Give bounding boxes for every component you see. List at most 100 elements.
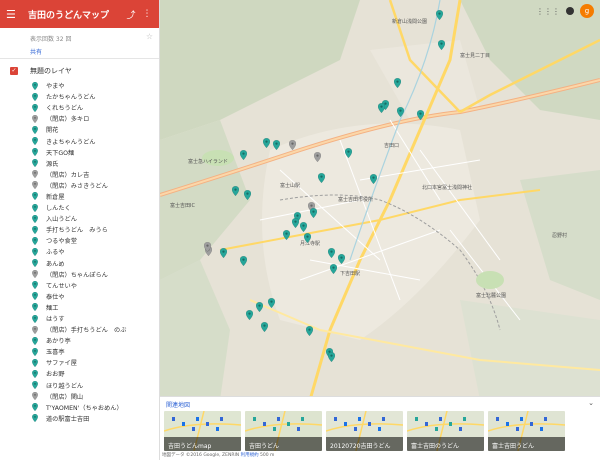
place-list-item[interactable]: てんせいや: [0, 280, 159, 291]
apps-icon[interactable]: ⋮⋮⋮: [536, 7, 560, 16]
map-pin-icon[interactable]: [282, 229, 291, 241]
map-pin-icon[interactable]: [288, 139, 297, 151]
map-pin-icon[interactable]: [344, 147, 353, 159]
place-name[interactable]: おお野: [46, 369, 65, 378]
place-list-item[interactable]: 入山うどん: [0, 213, 159, 224]
place-name[interactable]: 入山うどん: [46, 214, 77, 223]
place-name[interactable]: あんめ: [46, 259, 65, 268]
place-list-item[interactable]: ふるや: [0, 246, 159, 257]
place-list-item[interactable]: （閉店）カレ吉: [0, 169, 159, 180]
map-pin-icon[interactable]: [219, 247, 228, 259]
place-name[interactable]: （閉店）関山: [46, 392, 83, 401]
place-name[interactable]: 道の駅富士吉田: [46, 414, 89, 423]
map-pin-icon[interactable]: [416, 109, 425, 121]
place-name[interactable]: （閉店）カレ吉: [46, 170, 89, 179]
map-pin-icon[interactable]: [437, 39, 446, 51]
map-pin-icon[interactable]: [369, 173, 378, 185]
related-map-title[interactable]: 20120720吉田うどん: [326, 437, 403, 451]
map-pin-icon[interactable]: [231, 185, 240, 197]
place-list-item[interactable]: あんめ: [0, 258, 159, 269]
map-pin-icon[interactable]: [272, 139, 281, 151]
share-icon[interactable]: ⤴: [125, 8, 137, 21]
place-list-item[interactable]: ほり越うどん: [0, 380, 159, 391]
notifications-icon[interactable]: [566, 7, 574, 15]
place-name[interactable]: T'YAOMEN'（ちゃおめん）: [46, 403, 123, 412]
place-list-item[interactable]: たかちゃんうどん: [0, 91, 159, 102]
place-name[interactable]: ふるや: [46, 247, 65, 256]
place-list-item[interactable]: 開花: [0, 124, 159, 135]
map-pin-icon[interactable]: [327, 247, 336, 259]
map-pin-icon[interactable]: [305, 325, 314, 337]
place-name[interactable]: 麺工: [46, 303, 58, 312]
place-list-item[interactable]: しんたく: [0, 202, 159, 213]
place-list-item[interactable]: 麺工: [0, 302, 159, 313]
related-map-card[interactable]: 富士吉田うどん: [488, 411, 565, 451]
map-pin-icon[interactable]: [317, 172, 326, 184]
map-title[interactable]: 吉田のうどんマップ: [28, 8, 121, 21]
place-list-item[interactable]: 泰仕や: [0, 291, 159, 302]
map-pin-icon[interactable]: [260, 321, 269, 333]
place-list-item[interactable]: はうす: [0, 313, 159, 324]
place-name[interactable]: てんせいや: [46, 281, 77, 290]
place-list-item[interactable]: 天下GO麺: [0, 147, 159, 158]
place-list-item[interactable]: 源氏: [0, 158, 159, 169]
place-list-item[interactable]: やまや: [0, 80, 159, 91]
place-name[interactable]: 天下GO麺: [46, 148, 74, 157]
place-list-item[interactable]: （閉店）関山: [0, 391, 159, 402]
related-map-card[interactable]: 吉田うどんmap: [164, 411, 241, 451]
place-list-item[interactable]: くれちうどん: [0, 102, 159, 113]
related-map-title[interactable]: 富士吉田うどん: [488, 437, 565, 451]
map-pin-icon[interactable]: [262, 137, 271, 149]
layer-row[interactable]: ✓ 無題のレイヤ: [0, 65, 159, 77]
place-name[interactable]: サファイ屋: [46, 358, 77, 367]
chevron-down-icon[interactable]: ⌄: [588, 399, 594, 407]
map-pin-icon[interactable]: [267, 297, 276, 309]
map-pin-icon[interactable]: [313, 151, 322, 163]
place-list-item[interactable]: （閉店）ちゃんぽらん: [0, 269, 159, 280]
related-map-card[interactable]: 20120720吉田うどん: [326, 411, 403, 451]
related-map-title[interactable]: 富士吉田のうどん: [407, 437, 484, 451]
place-list-item[interactable]: T'YAOMEN'（ちゃおめん）: [0, 402, 159, 413]
share-link[interactable]: 共有: [30, 47, 159, 56]
place-name[interactable]: くれちうどん: [46, 103, 83, 112]
map-pin-icon[interactable]: [245, 309, 254, 321]
place-name[interactable]: つるや食堂: [46, 236, 77, 245]
map-pin-icon[interactable]: [393, 77, 402, 89]
map-pin-icon[interactable]: [329, 263, 338, 275]
related-map-title[interactable]: 吉田うどん: [245, 437, 322, 451]
star-icon[interactable]: ☆: [146, 32, 153, 41]
place-name[interactable]: たかちゃんうどん: [46, 92, 96, 101]
map-pin-icon[interactable]: [243, 189, 252, 201]
avatar[interactable]: g: [580, 4, 594, 18]
place-name[interactable]: （閉店）多キロ: [46, 114, 89, 123]
more-vert-icon[interactable]: ⋮: [141, 9, 153, 19]
place-list-item[interactable]: サファイ屋: [0, 357, 159, 368]
place-list-item[interactable]: （閉店）みさきうどん: [0, 180, 159, 191]
place-name[interactable]: 玉喜亭: [46, 347, 65, 356]
map-pin-icon[interactable]: [337, 253, 346, 265]
place-list-item[interactable]: （閉店）手打ちうどん のぶ: [0, 324, 159, 335]
place-name[interactable]: ほり越うどん: [46, 381, 83, 390]
map-pin-icon[interactable]: [435, 9, 444, 21]
related-map-card[interactable]: 吉田うどん: [245, 411, 322, 451]
map-pin-icon[interactable]: [303, 232, 312, 244]
layer-name[interactable]: 無題のレイヤ: [30, 66, 72, 76]
related-map-title[interactable]: 吉田うどんmap: [164, 437, 241, 451]
place-name[interactable]: はうす: [46, 314, 65, 323]
place-name[interactable]: （閉店）手打ちうどん のぶ: [46, 325, 126, 334]
place-name[interactable]: 泰仕や: [46, 292, 65, 301]
map-pin-icon[interactable]: [377, 102, 386, 114]
place-name[interactable]: 開花: [46, 125, 58, 134]
place-name[interactable]: しんたく: [46, 203, 71, 212]
place-list-item[interactable]: 手打ちうどん みうら: [0, 224, 159, 235]
related-map-card[interactable]: 富士吉田のうどん: [407, 411, 484, 451]
map-pin-icon[interactable]: [396, 106, 405, 118]
map-canvas[interactable]: 新倉山浅間公園 富士見二丁目 富士吉田IC 富士急ハイランド 吉田口 富士吉田市…: [160, 0, 600, 460]
terms-link[interactable]: 利用規約: [241, 453, 259, 458]
place-list-item[interactable]: きよちゃんうどん: [0, 135, 159, 146]
map-pin-icon[interactable]: [299, 221, 308, 233]
place-name[interactable]: あかり亭: [46, 336, 71, 345]
place-list-item[interactable]: 道の駅富士吉田: [0, 413, 159, 424]
place-name[interactable]: やまや: [46, 81, 65, 90]
place-name[interactable]: （閉店）みさきうどん: [46, 181, 108, 190]
